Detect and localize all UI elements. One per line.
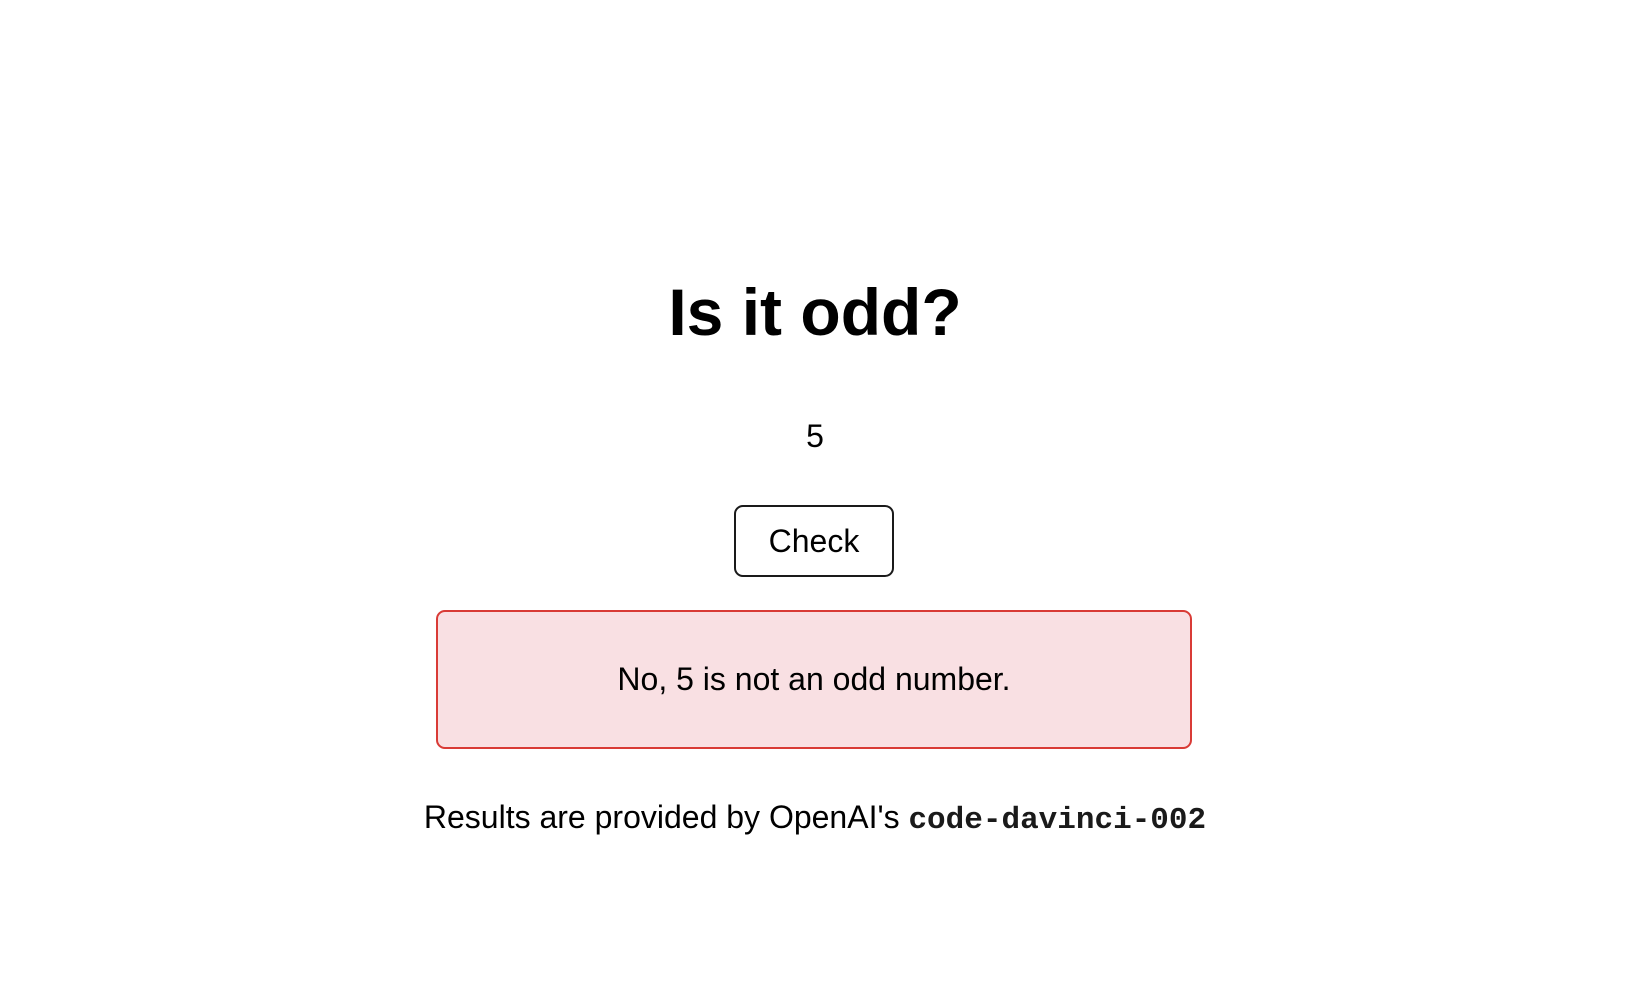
check-button[interactable]: Check [734,505,894,577]
footer-text: Results are provided by OpenAI's [423,799,909,835]
page-title: Is it odd? [668,275,962,349]
footer-attribution: Results are provided by OpenAI's code-da… [0,795,1630,843]
model-name: code-davinci-002 [908,803,1207,838]
result-message: No, 5 is not an odd number. [617,661,1011,697]
page: Is it odd? Check No, 5 is not an odd num… [0,0,1630,1008]
number-input[interactable] [665,412,965,460]
result-alert: No, 5 is not an odd number. [436,610,1192,749]
